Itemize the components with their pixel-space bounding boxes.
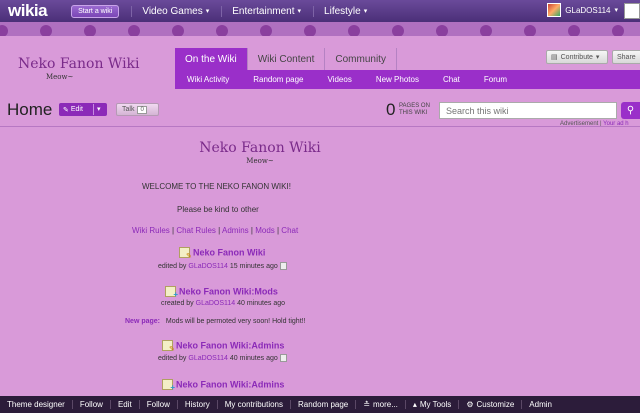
toolbar-my-contributions[interactable]: My contributions [216, 400, 290, 409]
chevron-down-icon: ▾ [205, 8, 210, 15]
link-mods[interactable]: Mods [255, 226, 275, 235]
nav-lifestyle[interactable]: Lifestyle ▾ [313, 5, 368, 17]
diff-icon[interactable] [279, 262, 287, 270]
content-title: Neko Fanon Wiki [199, 140, 321, 156]
activity-meta: edited by GLaDOS114 15 minutes ago [158, 262, 287, 270]
chevron-down-icon: ▾ [363, 8, 368, 15]
subnav-new-photos[interactable]: New Photos [376, 75, 419, 84]
wiki-subtitle: Meow~ [46, 73, 74, 81]
page-icon: ▤ [551, 54, 558, 61]
username: GLaDOS114 [565, 5, 611, 15]
new-page-icon [165, 286, 178, 299]
edit-button[interactable]: ✎ Edit ▾ [59, 103, 107, 116]
activity-item: Neko Fanon Wiki:Mods [165, 286, 278, 299]
talk-count: 0 [137, 105, 147, 114]
subnav-forum[interactable]: Forum [484, 75, 507, 84]
activity-user[interactable]: GLaDOS114 [188, 263, 228, 270]
activity-title[interactable]: Neko Fanon Wiki:Admins [176, 341, 284, 351]
subnav-wiki-activity[interactable]: Wiki Activity [187, 75, 229, 84]
avatar [547, 3, 562, 17]
wikia-logo[interactable]: wikia [8, 1, 48, 21]
activity-user[interactable]: GLaDOS114 [188, 355, 228, 362]
link-wiki-rules[interactable]: Wiki Rules [132, 226, 170, 235]
gear-icon: ⚙ [466, 400, 474, 409]
bottom-toolbar: Theme designer Follow Edit Follow Histor… [0, 396, 640, 413]
search-input[interactable] [439, 102, 617, 119]
activity-item: Neko Fanon Wiki:Admins [162, 379, 284, 392]
share-button[interactable]: Share [612, 50, 640, 64]
link-admins[interactable]: Admins [222, 226, 249, 235]
toolbar-follow[interactable]: Follow [138, 400, 177, 409]
content-subtitle: Meow~ [246, 157, 274, 165]
chevron-down-icon: ▾ [614, 7, 618, 14]
chevron-down-icon: ▾ [595, 54, 600, 61]
activity-meta: created by GLaDOS114 40 minutes ago [161, 300, 286, 307]
chevron-up-icon: ▴ [412, 400, 417, 409]
subnav-random-page[interactable]: Random page [253, 75, 303, 84]
activity-meta: edited by GLaDOS114 40 minutes ago [158, 354, 287, 362]
search-button[interactable]: ⚲ [621, 102, 640, 119]
start-wiki-button[interactable]: Start a wiki [71, 4, 120, 18]
page-title: Home [7, 100, 53, 119]
wiki-subnav: Wiki Activity Random page Videos New Pho… [175, 70, 640, 89]
activity-title[interactable]: Neko Fanon Wiki:Admins [176, 380, 284, 390]
tab-wiki-content[interactable]: Wiki Content [248, 48, 326, 70]
toolbar-admin[interactable]: Admin [521, 400, 559, 409]
tab-community[interactable]: Community [325, 48, 397, 70]
wiki-name[interactable]: Neko Fanon Wiki [18, 56, 140, 72]
toolbar-history[interactable]: History [176, 400, 217, 409]
divider [93, 104, 94, 115]
new-page-icon [162, 379, 175, 392]
link-chat[interactable]: Chat [281, 226, 298, 235]
page-edit-icon [162, 340, 175, 353]
chevron-down-icon: ▾ [297, 8, 302, 15]
toolbar-theme-designer[interactable]: Theme designer [0, 400, 72, 409]
diff-icon[interactable] [279, 354, 287, 362]
subnav-videos[interactable]: Videos [328, 75, 352, 84]
page-edit-icon [179, 247, 192, 260]
main-content: Neko Fanon Wiki Meow~ [110, 140, 410, 165]
search-icon: ⚲ [626, 105, 635, 116]
link-chat-rules[interactable]: Chat Rules [176, 226, 216, 235]
wiki-tabs: On the Wiki Wiki Content Community [175, 48, 397, 70]
chevron-down-icon[interactable]: ▾ [97, 105, 101, 113]
toolbar-follow[interactable]: Follow [71, 400, 110, 409]
pencil-icon: ✎ [63, 106, 69, 114]
subnav-chat[interactable]: Chat [443, 75, 460, 84]
toolbar-more[interactable]: ≛ more... [355, 400, 405, 409]
kind-text: Please be kind to other [177, 205, 259, 214]
notifications-icon[interactable] [624, 3, 640, 19]
page-count-label: PAGES ON THIS WIKI [399, 103, 430, 116]
toolbar-edit[interactable]: Edit [109, 400, 139, 409]
activity-title[interactable]: Neko Fanon Wiki [193, 248, 265, 258]
contribute-button[interactable]: ▤ Contribute ▾ [546, 50, 608, 64]
toolbar-customize[interactable]: ⚙ Customize [458, 400, 521, 409]
nav-entertainment[interactable]: Entertainment ▾ [221, 5, 302, 17]
welcome-text: WELCOME TO THE NEKO FANON WIKI! [142, 182, 291, 191]
global-nav: wikia Start a wiki Video Games ▾ Entertai… [0, 0, 640, 22]
header-decoration [0, 22, 640, 36]
toolbar-my-tools[interactable]: ▴ My Tools [404, 400, 458, 409]
activity-user[interactable]: GLaDOS114 [196, 300, 236, 307]
quick-links: Wiki Rules | Chat Rules | Admins | Mods … [132, 226, 299, 235]
nav-video-games[interactable]: Video Games ▾ [131, 5, 210, 17]
divider [0, 126, 640, 127]
new-page-snippet: New page: Mods will be permoted very soo… [125, 318, 306, 325]
activity-title[interactable]: Neko Fanon Wiki:Mods [179, 287, 278, 297]
more-icon: ≛ [363, 400, 370, 409]
tab-on-the-wiki[interactable]: On the Wiki [175, 48, 248, 70]
user-menu[interactable]: GLaDOS114 ▾ [547, 3, 618, 17]
activity-item: Neko Fanon Wiki [179, 247, 265, 260]
activity-item: Neko Fanon Wiki:Admins [162, 340, 284, 353]
talk-button[interactable]: Talk 0 [116, 103, 159, 116]
toolbar-random-page[interactable]: Random page [290, 400, 355, 409]
page-count: 0 [386, 100, 396, 119]
